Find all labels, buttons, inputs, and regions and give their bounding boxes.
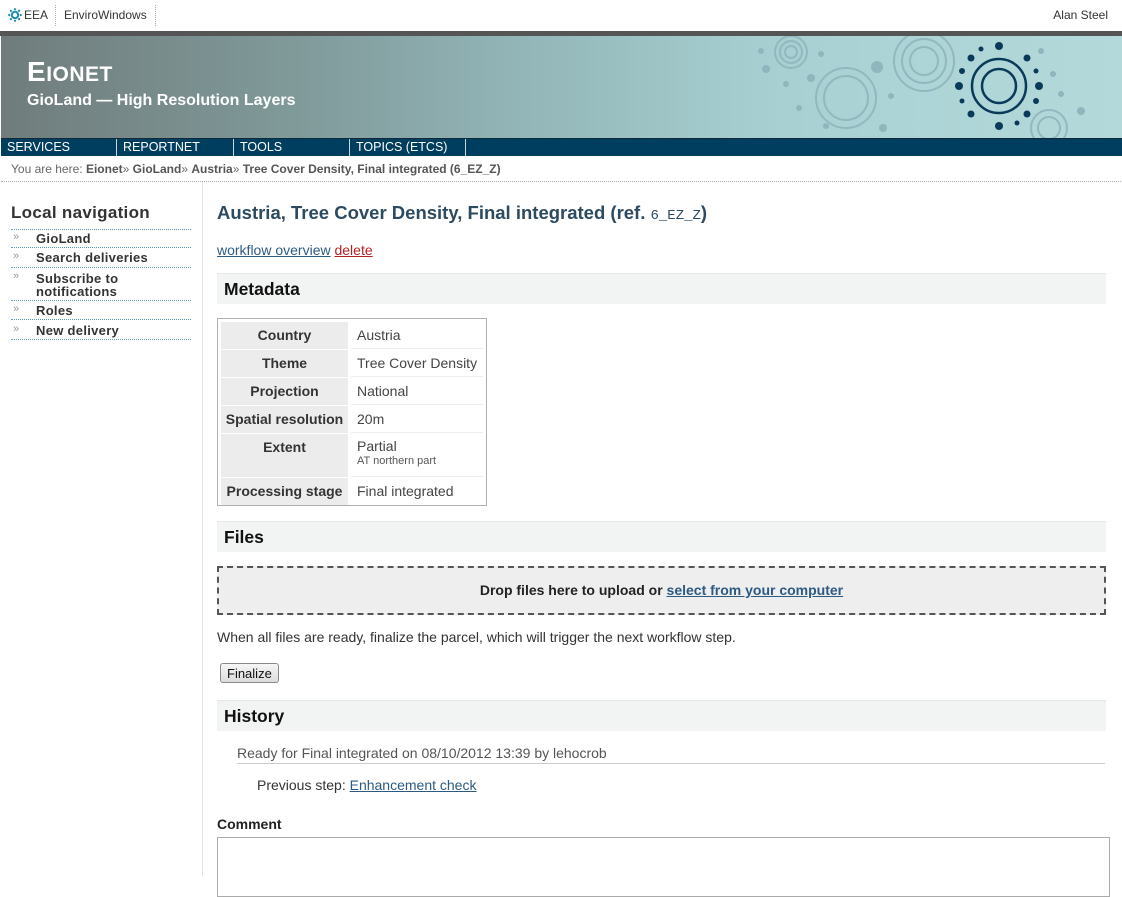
metadata-row: Spatial resolution 20m [221, 406, 483, 434]
drop-zone-text: Drop files here to upload or [479, 582, 663, 598]
metadata-key: Extent [221, 434, 348, 477]
metadata-key: Country [221, 322, 348, 349]
previous-step-link[interactable]: Enhancement check [350, 777, 477, 793]
main-nav: SERVICES REPORTNET TOOLS TOPICS (ETCS) [1, 138, 1122, 156]
metadata-key: Processing stage [221, 478, 348, 505]
breadcrumb-prefix: You are here: [11, 162, 83, 176]
topbar-divider [55, 5, 56, 26]
metadata-value-note: AT northern part [357, 455, 437, 467]
localnav-item-label: Roles [36, 303, 73, 318]
metadata-row: Projection National [221, 378, 483, 406]
metadata-row: Processing stage Final integrated [221, 478, 483, 505]
localnav-item-label: Subscribe to notifications [36, 271, 119, 299]
metadata-value: Tree Cover Density [351, 350, 483, 377]
history-heading: History [217, 700, 1106, 731]
localnav-item-roles[interactable]: » Roles [11, 302, 191, 320]
select-files-link[interactable]: select from your computer [667, 582, 844, 598]
local-navigation-title: Local navigation [11, 203, 150, 222]
left-sidebar: Local navigation » GioLand » Search deli… [0, 182, 203, 876]
localnav-item-label: Search deliveries [36, 250, 149, 265]
top-bar: EEA EnviroWindows Alan Steel [0, 0, 1122, 32]
nav-topics[interactable]: TOPICS (ETCS) [350, 139, 447, 156]
localnav-item-label: GioLand [36, 231, 91, 246]
metadata-row: Theme Tree Cover Density [221, 350, 483, 378]
metadata-value: 20m [351, 406, 483, 433]
site-banner: EIONET GioLand — High Resolution Layers [1, 36, 1122, 138]
previous-step-label: Previous step: [257, 777, 346, 793]
decorative-circles-icon [758, 36, 1085, 138]
nav-divider [465, 139, 466, 156]
previous-step: Previous step: Enhancement check [257, 777, 476, 793]
comment-label: Comment [217, 816, 282, 832]
comment-textarea[interactable] [217, 837, 1110, 897]
breadcrumb-item-gioland[interactable]: GioLand [133, 162, 182, 176]
files-heading: Files [217, 521, 1106, 552]
user-name-link[interactable]: Alan Steel [1053, 8, 1108, 22]
page-title: Austria, Tree Cover Density, Final integ… [217, 202, 707, 224]
localnav-item-subscribe[interactable]: » Subscribe to notifications [11, 269, 191, 301]
metadata-key: Theme [221, 350, 348, 377]
site-subtitle: GioLand — High Resolution Layers [27, 92, 296, 109]
double-chevron-right-icon: » [13, 231, 20, 243]
page-title-close: ) [700, 202, 708, 223]
localnav-item-label: New delivery [36, 323, 120, 338]
localnav-item-gioland[interactable]: » GioLand [11, 229, 191, 248]
site-title-initial: E [27, 56, 47, 87]
double-chevron-right-icon: » [13, 303, 20, 315]
metadata-value: Final integrated [357, 483, 454, 499]
breadcrumb-item-austria[interactable]: Austria [191, 162, 232, 176]
metadata-row: Extent Partial AT northern part [221, 434, 483, 478]
breadcrumb-separator: » [232, 162, 240, 176]
workflow-overview-link[interactable]: workflow overview [217, 242, 331, 258]
metadata-value: Partial AT northern part [351, 434, 483, 477]
metadata-value-main: Partial [357, 438, 397, 454]
metadata-key: Spatial resolution [221, 406, 348, 433]
localnav-item-search-deliveries[interactable]: » Search deliveries [11, 249, 191, 268]
nav-services[interactable]: SERVICES [1, 139, 70, 156]
file-drop-zone[interactable]: Drop files here to upload or select from… [217, 566, 1106, 615]
history-entry: Ready for Final integrated on 08/10/2012… [237, 745, 1105, 764]
finalize-note: When all files are ready, finalize the p… [217, 629, 736, 645]
eea-link[interactable]: EEA [24, 8, 48, 22]
metadata-value: National [351, 378, 483, 405]
envirowindows-link[interactable]: EnviroWindows [64, 8, 147, 22]
delete-link[interactable]: delete [334, 242, 372, 258]
localnav-item-new-delivery[interactable]: » New delivery [11, 322, 191, 340]
site-title[interactable]: EIONET [27, 56, 113, 88]
page-title-text: Austria, Tree Cover Density, Final integ… [217, 202, 646, 223]
double-chevron-right-icon: » [13, 323, 20, 335]
nav-tools[interactable]: TOOLS [234, 139, 282, 156]
finalize-button[interactable]: Finalize [220, 663, 279, 683]
metadata-table: Country Austria Theme Tree Cover Density… [217, 318, 487, 506]
metadata-heading: Metadata [217, 273, 1106, 304]
eea-logo-icon [8, 8, 22, 22]
double-chevron-right-icon: » [13, 270, 20, 282]
metadata-row: Country Austria [221, 322, 483, 350]
nav-reportnet[interactable]: REPORTNET [117, 139, 200, 156]
site-title-rest: IONET [46, 63, 113, 86]
page-title-ref: 6_EZ_Z [650, 208, 701, 224]
breadcrumb-separator: » [181, 162, 189, 176]
breadcrumb-item-current: Tree Cover Density, Final integrated (6_… [242, 162, 501, 176]
double-chevron-right-icon: » [13, 250, 20, 262]
metadata-value: Austria [351, 322, 483, 349]
breadcrumb-item-eionet[interactable]: Eionet [86, 162, 123, 176]
page-actions: workflow overview delete [217, 242, 373, 258]
breadcrumb: You are here: Eionet» GioLand» Austria» … [11, 162, 501, 176]
breadcrumb-separator: » [122, 162, 130, 176]
topbar-divider [155, 5, 156, 26]
metadata-key: Projection [221, 378, 348, 405]
